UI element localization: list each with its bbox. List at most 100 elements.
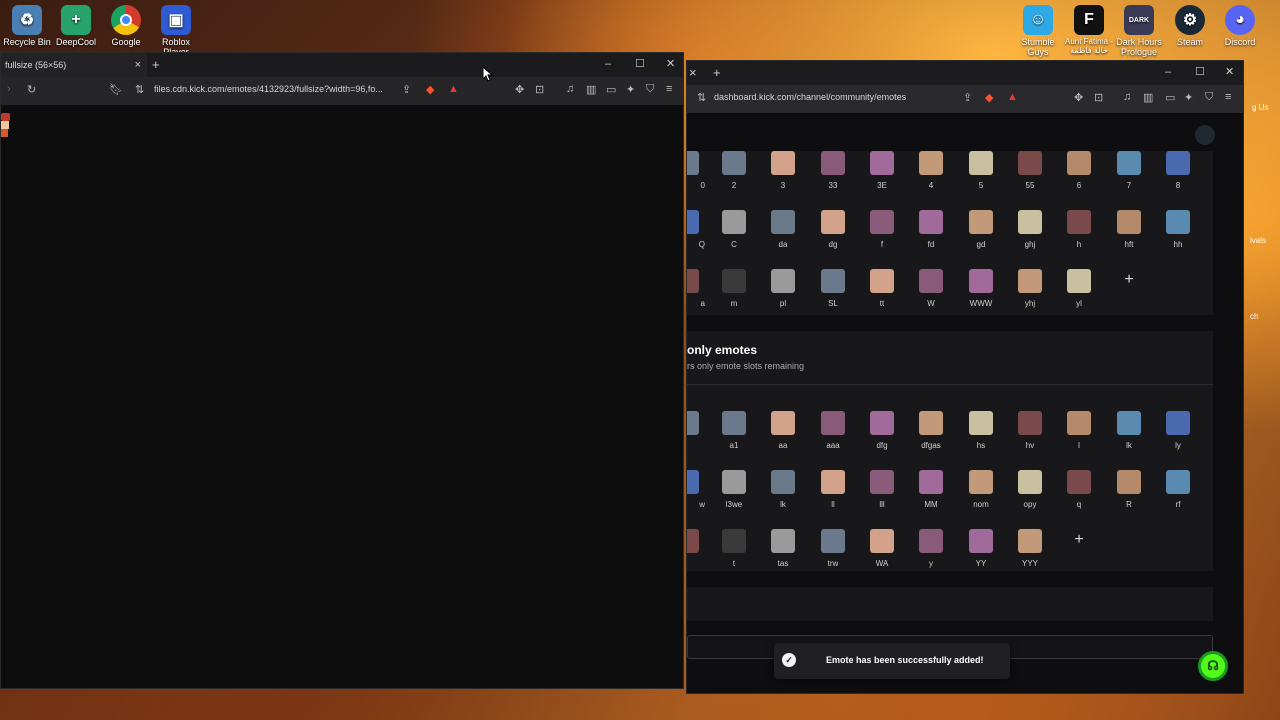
emote-item[interactable]: YYY	[1006, 529, 1054, 568]
emote-item[interactable]	[687, 529, 711, 559]
emote-item[interactable]: yl	[1055, 269, 1103, 308]
reload-icon[interactable]: ↻	[27, 83, 36, 96]
emote-item[interactable]: 55	[1006, 151, 1054, 190]
emote-item[interactable]: a	[687, 269, 711, 308]
desktop-icon-dark-hours[interactable]: DARK Dark Hours Prologue	[1112, 0, 1166, 57]
emote-item[interactable]: SL	[809, 269, 857, 308]
extensions-icon[interactable]: ✥	[1074, 91, 1083, 104]
tab-close-icon[interactable]: ×	[689, 61, 697, 85]
desktop-icon-google[interactable]: Google	[99, 0, 153, 47]
share-icon[interactable]: ⇪	[402, 83, 411, 96]
desktop-icon-roblox[interactable]: ▣ Roblox Player	[149, 0, 203, 57]
emote-item[interactable]: tas	[759, 529, 807, 568]
emote-item[interactable]: gd	[957, 210, 1005, 249]
emote-item[interactable]: l	[1055, 411, 1103, 450]
emote-item[interactable]: hv	[1006, 411, 1054, 450]
emote-item[interactable]: tt	[858, 269, 906, 308]
minimize-icon[interactable]: –	[1165, 61, 1171, 85]
emote-item[interactable]: 3	[759, 151, 807, 190]
screenshot-icon[interactable]: ⊡	[1094, 91, 1103, 104]
emote-item[interactable]: R	[1105, 470, 1153, 509]
emote-item[interactable]: w	[687, 470, 711, 509]
emote-item[interactable]: f	[858, 210, 906, 249]
desktop-icon-aunt-fatima[interactable]: F Aunt Fatima - خالة فاطمة	[1062, 0, 1116, 55]
emote-item[interactable]: opy	[1006, 470, 1054, 509]
close-icon[interactable]: ✕	[666, 53, 675, 77]
emote-item[interactable]: 2	[710, 151, 758, 190]
emote-item[interactable]: t	[710, 529, 758, 568]
new-tab-icon[interactable]: +	[713, 61, 721, 85]
maximize-icon[interactable]: ☐	[635, 53, 645, 77]
desktop-icon-steam[interactable]: ⚙ Steam	[1163, 0, 1217, 47]
emote-item[interactable]: 0	[687, 151, 711, 190]
wallet-icon[interactable]: ▭	[606, 83, 616, 96]
emote-item[interactable]: aa	[759, 411, 807, 450]
sidebar-icon[interactable]: ▥	[586, 83, 596, 96]
maximize-icon[interactable]: ☐	[1195, 61, 1205, 85]
bookmark-icon[interactable]: 🔖︎	[109, 83, 123, 96]
emote-item[interactable]: rf	[1154, 470, 1202, 509]
forward-icon[interactable]: ›	[7, 83, 11, 95]
leo-ai-icon[interactable]: ✦	[1184, 91, 1193, 104]
emote-item[interactable]: MM	[907, 470, 955, 509]
address-bar[interactable]: files.cdn.kick.com/emotes/4132923/fullsi…	[154, 84, 394, 94]
emote-item[interactable]	[687, 411, 711, 441]
emote-item[interactable]: lk	[759, 470, 807, 509]
emote-item[interactable]: nom	[957, 470, 1005, 509]
site-settings-icon[interactable]: ⇅	[697, 91, 706, 104]
emote-item[interactable]: 8	[1154, 151, 1202, 190]
emote-item[interactable]: hh	[1154, 210, 1202, 249]
emote-item[interactable]: YY	[957, 529, 1005, 568]
desktop-icon-deepcool[interactable]: + DeepCool	[49, 0, 103, 47]
emote-item[interactable]: m	[710, 269, 758, 308]
add-emote-button[interactable]: +	[1119, 271, 1139, 289]
emote-item[interactable]: hft	[1105, 210, 1153, 249]
emote-item[interactable]: aaa	[809, 411, 857, 450]
new-tab-icon[interactable]: +	[152, 53, 160, 77]
menu-icon[interactable]: ≡	[666, 83, 672, 95]
sidebar-icon[interactable]: ▥	[1143, 91, 1153, 104]
menu-icon[interactable]: ≡	[1225, 91, 1231, 103]
media-icon[interactable]: ♫	[566, 83, 574, 95]
emote-item[interactable]: W	[907, 269, 955, 308]
emote-item[interactable]: 4	[907, 151, 955, 190]
avatar[interactable]	[1195, 125, 1215, 145]
emote-item[interactable]: a1	[710, 411, 758, 450]
brave-rewards-icon[interactable]: ▲	[1007, 91, 1018, 103]
add-emote-button[interactable]: +	[1069, 531, 1089, 549]
emote-item[interactable]: yhj	[1006, 269, 1054, 308]
support-chat-button[interactable]: ☊	[1198, 651, 1228, 681]
emote-item[interactable]: 6	[1055, 151, 1103, 190]
emote-item[interactable]: da	[759, 210, 807, 249]
brave-shields-icon[interactable]: ◆	[985, 91, 993, 104]
screenshot-icon[interactable]: ⊡	[535, 83, 544, 96]
emote-item[interactable]: dfgas	[907, 411, 955, 450]
emote-item[interactable]: fd	[907, 210, 955, 249]
emote-item[interactable]: 5	[957, 151, 1005, 190]
emote-item[interactable]: C	[710, 210, 758, 249]
emote-item[interactable]: h	[1055, 210, 1103, 249]
tab-fullsize[interactable]: fullsize (56×56) ×	[1, 53, 147, 77]
emote-item[interactable]: l3we	[710, 470, 758, 509]
emote-item[interactable]: ghj	[1006, 210, 1054, 249]
share-icon[interactable]: ⇪	[963, 91, 972, 104]
emote-item[interactable]: ll	[809, 470, 857, 509]
minimize-icon[interactable]: –	[605, 53, 611, 77]
emote-item[interactable]: ly	[1154, 411, 1202, 450]
media-icon[interactable]: ♫	[1123, 91, 1131, 103]
address-bar[interactable]: dashboard.kick.com/channel/community/emo…	[714, 92, 954, 102]
emote-item[interactable]: 33	[809, 151, 857, 190]
vpn-icon[interactable]: ⛉	[1205, 91, 1213, 104]
emote-item[interactable]: dfg	[858, 411, 906, 450]
emote-item[interactable]: 3E	[858, 151, 906, 190]
emote-item[interactable]: hs	[957, 411, 1005, 450]
tab-close-icon[interactable]: ×	[135, 53, 141, 77]
brave-shields-icon[interactable]: ◆	[426, 83, 434, 96]
wallet-icon[interactable]: ▭	[1165, 91, 1175, 104]
desktop-icon-recycle-bin[interactable]: ♻ Recycle Bin	[0, 0, 54, 47]
emote-item[interactable]: y	[907, 529, 955, 568]
leo-ai-icon[interactable]: ✦	[626, 83, 635, 96]
vpn-icon[interactable]: ⛉	[646, 83, 654, 96]
emote-item[interactable]: trw	[809, 529, 857, 568]
desktop-icon-discord[interactable]: ◕ Discord	[1213, 0, 1267, 47]
